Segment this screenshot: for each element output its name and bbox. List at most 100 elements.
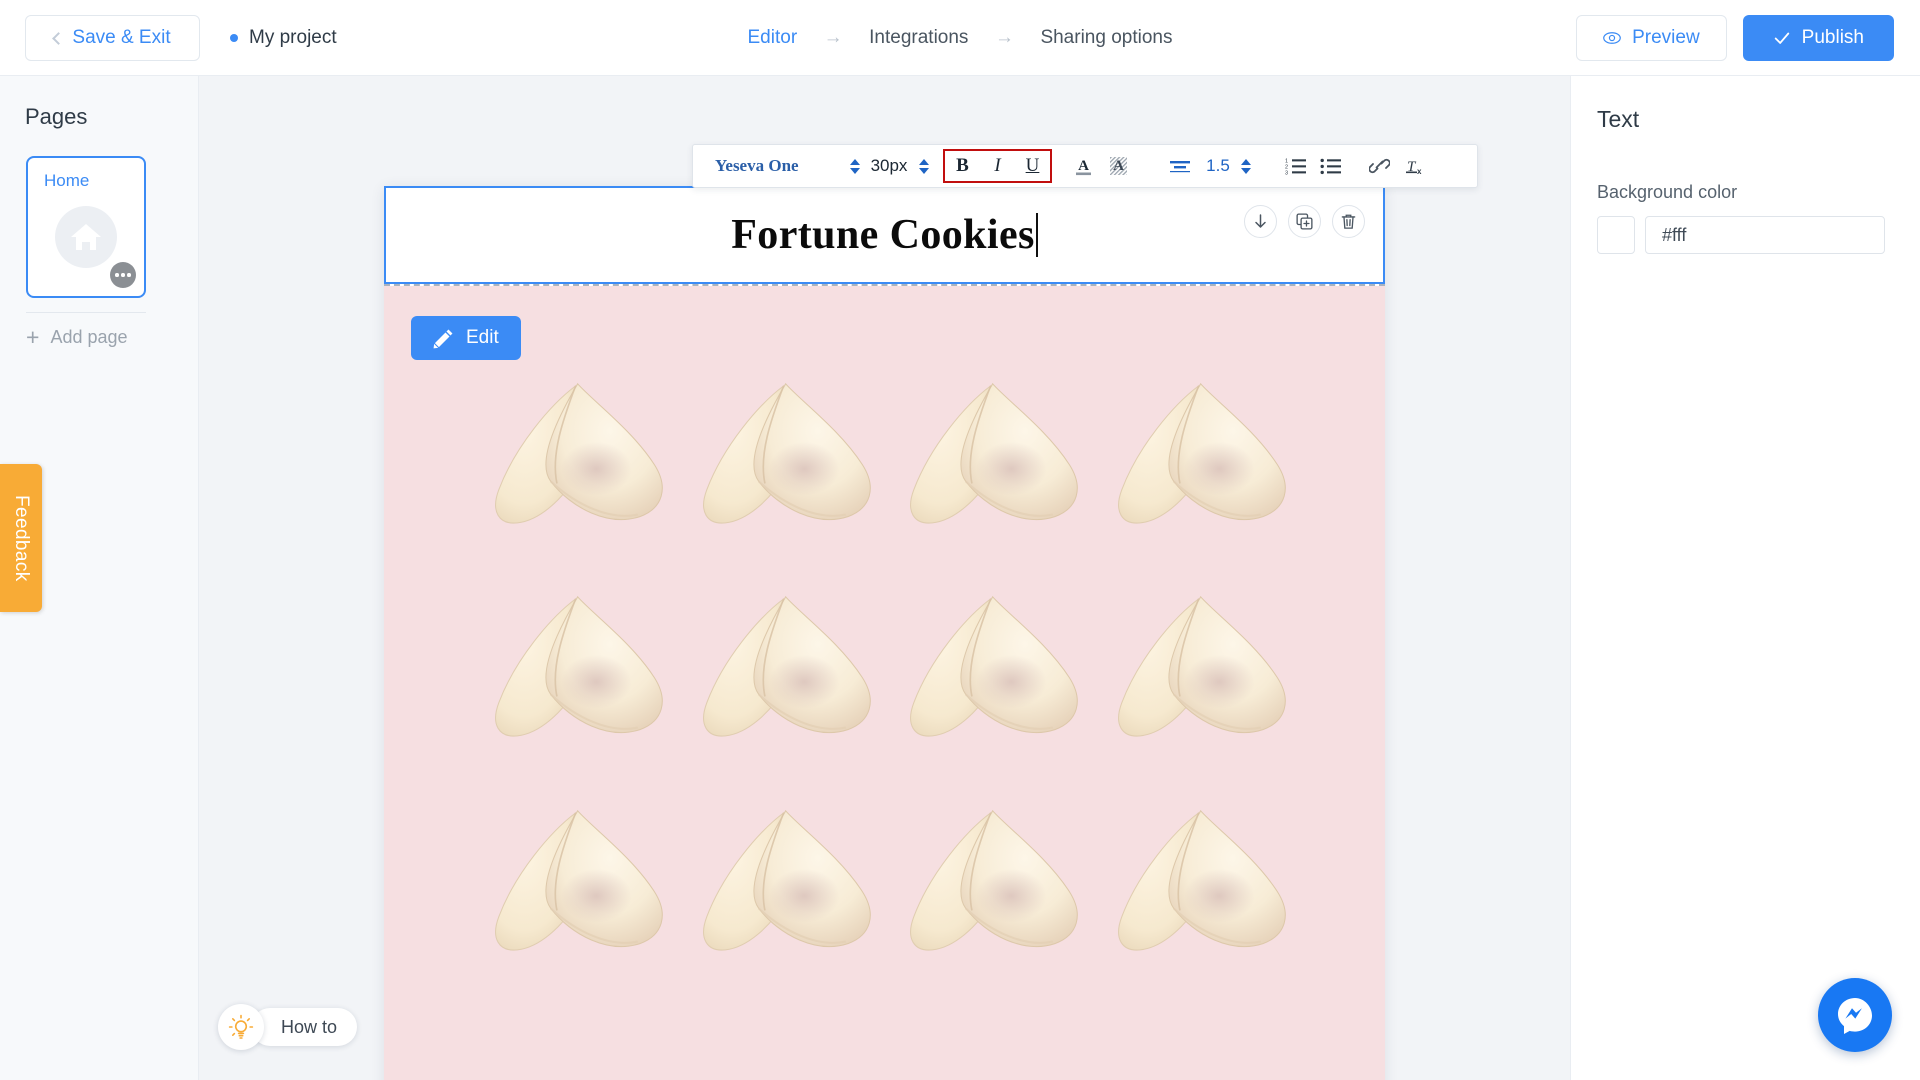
svg-text:A: A (1078, 158, 1089, 174)
fortune-cookie-image (910, 382, 1078, 524)
underline-button[interactable]: U (1015, 150, 1050, 182)
preview-button[interactable]: Preview (1576, 14, 1727, 61)
chevron-up-icon (1240, 158, 1251, 165)
top-bar: Save & Exit My project Editor → Integrat… (0, 0, 1920, 76)
duplicate-block-button[interactable] (1288, 205, 1321, 238)
pages-title: Pages (25, 104, 88, 129)
fortune-cookie-image (910, 809, 1078, 951)
background-color-input[interactable] (1645, 216, 1885, 254)
breadcrumb-arrow-icon: → (823, 27, 843, 48)
insert-link-button[interactable] (1362, 150, 1397, 182)
save-and-exit-button[interactable]: Save & Exit (25, 14, 200, 61)
clear-formatting-button[interactable]: T x (1397, 150, 1432, 182)
move-block-down-button[interactable] (1244, 205, 1277, 238)
feedback-label: Feedback (11, 494, 32, 582)
properties-panel: Text Background color (1570, 76, 1920, 1080)
bold-italic-underline-group: B I U (943, 149, 1052, 183)
ordered-list-button[interactable]: 1 2 3 (1278, 150, 1313, 182)
text-align-button[interactable] (1162, 150, 1197, 182)
page-canvas: Fortune Cookies Edit (384, 186, 1385, 1080)
fortune-cookie-image (1117, 382, 1286, 524)
plus-icon: + (26, 324, 40, 350)
fortune-cookie-image (495, 809, 663, 951)
fortune-cookie-image (910, 596, 1078, 737)
unordered-list-button[interactable] (1313, 150, 1348, 182)
line-height-select[interactable]: 1.5 (1197, 156, 1239, 176)
trash-icon (1341, 214, 1356, 229)
breadcrumb-item-editor[interactable]: Editor (748, 27, 798, 49)
how-to-label: How to (281, 1016, 338, 1037)
dot (115, 273, 119, 277)
add-page-button[interactable]: + Add page (26, 326, 198, 349)
chevron-down-icon (1240, 167, 1251, 174)
chevron-up-icon (918, 158, 929, 165)
project-name[interactable]: My project (230, 27, 337, 49)
font-size-stepper[interactable] (917, 158, 930, 174)
lightbulb-icon (228, 1014, 254, 1039)
duplicate-icon (1296, 213, 1313, 230)
delete-block-button[interactable] (1332, 205, 1365, 238)
breadcrumb-item-sharing-options[interactable]: Sharing options (1040, 27, 1172, 49)
breadcrumb: Editor → Integrations → Sharing options (748, 27, 1173, 49)
font-size-select[interactable]: 30px (861, 156, 917, 176)
fortune-cookie-image (1117, 596, 1286, 737)
add-page-label: Add page (50, 327, 128, 347)
page-card-label: Home (44, 171, 90, 190)
background-color-label: Background color (1597, 182, 1738, 202)
background-color-swatch[interactable] (1597, 216, 1635, 254)
chevron-left-icon (52, 31, 66, 45)
how-to-widget: How to (218, 1004, 358, 1050)
pencil-icon (433, 329, 453, 348)
home-icon (71, 224, 101, 250)
font-family-select[interactable]: Yeseva One (693, 156, 848, 176)
line-height-stepper[interactable] (1239, 158, 1252, 174)
chevron-down-icon (849, 167, 860, 174)
page-options-button[interactable] (110, 262, 136, 288)
highlight-icon: A (1110, 157, 1127, 175)
breadcrumb-arrow-icon: → (994, 27, 1014, 48)
text-caret (1035, 213, 1038, 257)
fortune-cookie-image (495, 596, 663, 737)
publish-button[interactable]: Publish (1742, 14, 1894, 61)
status-dot-icon (230, 33, 238, 42)
fortune-cookie-image (1117, 809, 1286, 951)
how-to-pill[interactable]: How to (251, 1008, 358, 1046)
italic-button[interactable]: I (980, 150, 1015, 182)
block-actions (1244, 205, 1365, 238)
how-to-button[interactable] (218, 1004, 264, 1050)
save-and-exit-label: Save & Exit (72, 26, 171, 48)
messenger-chat-button[interactable] (1818, 978, 1892, 1052)
edit-label: Edit (466, 327, 499, 348)
heading-value: Fortune Cookies (731, 212, 1035, 258)
font-family-stepper[interactable] (848, 158, 861, 174)
image-block-background: Edit (384, 286, 1385, 1080)
dot (121, 273, 125, 277)
sidebar-divider (26, 312, 146, 313)
svg-text:3: 3 (1285, 171, 1288, 176)
feedback-tab[interactable]: Feedback (0, 464, 42, 612)
bold-button[interactable]: B (945, 150, 980, 182)
link-icon (1369, 158, 1390, 174)
numbered-list-icon: 1 2 3 (1285, 159, 1306, 176)
svg-text:A: A (1113, 158, 1124, 174)
dot (127, 273, 131, 277)
svg-text:x: x (1417, 167, 1422, 176)
edit-image-button[interactable]: Edit (411, 316, 521, 360)
page-thumbnail (55, 206, 117, 268)
fortune-cookie-image (702, 382, 871, 524)
chevron-down-icon (918, 167, 929, 174)
heading-text[interactable]: Fortune Cookies (731, 211, 1038, 259)
fortune-cookie-grid (476, 356, 1306, 996)
fortune-cookie-image (495, 382, 663, 524)
breadcrumb-item-integrations[interactable]: Integrations (869, 27, 968, 49)
text-block[interactable]: Fortune Cookies (384, 186, 1385, 284)
background-color-row (1597, 216, 1920, 254)
eye-icon (1603, 31, 1621, 44)
text-color-icon: A (1076, 158, 1091, 176)
image-block[interactable]: Edit (384, 284, 1385, 1080)
page-card-home[interactable]: Home (26, 156, 146, 298)
highlight-color-button[interactable]: A (1101, 150, 1136, 182)
text-format-toolbar: Yeseva One 30px B I U A A 1.5 1 2 3 T x (692, 144, 1478, 188)
chevron-up-icon (849, 158, 860, 165)
text-color-button[interactable]: A (1066, 150, 1101, 182)
